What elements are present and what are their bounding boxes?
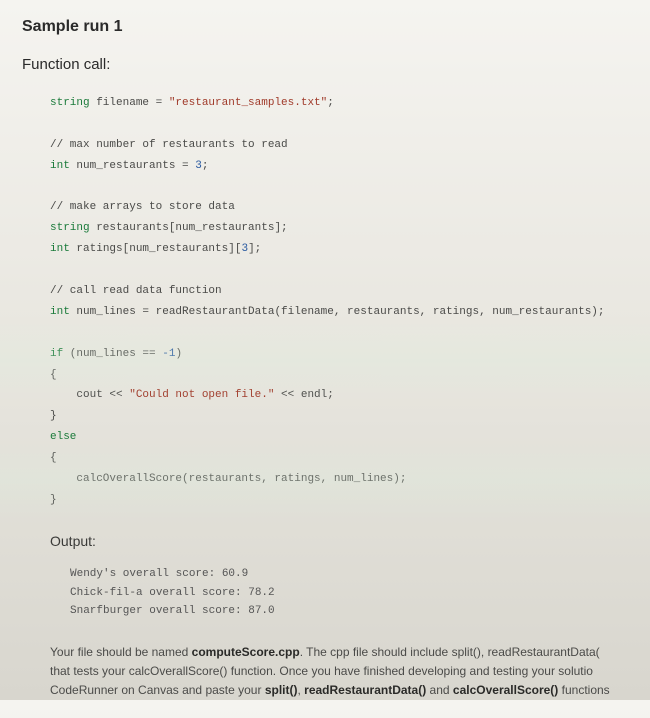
code-text: ]; bbox=[248, 243, 261, 255]
code-text: cout << bbox=[50, 389, 129, 401]
instr-text: . The cpp file should include split(), r… bbox=[300, 645, 600, 659]
code-string: "Could not open file." bbox=[129, 389, 274, 401]
instr-text: functions bbox=[558, 683, 609, 697]
code-number: -1 bbox=[162, 348, 175, 360]
function-call-heading: Function call: bbox=[22, 56, 628, 73]
code-comment: // max number of restaurants to read bbox=[50, 139, 288, 151]
instr-text: CodeRunner on Canvas and paste your bbox=[50, 683, 265, 697]
filename-bold: computeScore.cpp bbox=[192, 645, 300, 659]
code-text: restaurants[num_restaurants]; bbox=[90, 222, 288, 234]
code-keyword: string bbox=[50, 97, 90, 109]
code-text: filename = bbox=[90, 97, 169, 109]
code-keyword: if bbox=[50, 348, 63, 360]
output-line: Chick-fil-a overall score: 78.2 bbox=[70, 584, 628, 603]
func-bold: calcOverallScore() bbox=[453, 683, 558, 697]
code-keyword: else bbox=[50, 431, 76, 443]
output-line: Snarfburger overall score: 87.0 bbox=[70, 602, 628, 621]
code-text: { bbox=[50, 369, 57, 381]
code-text: ; bbox=[202, 160, 209, 172]
code-string: "restaurant_samples.txt" bbox=[169, 97, 327, 109]
code-block: string filename = "restaurant_samples.tx… bbox=[22, 93, 628, 511]
instr-text: Your file should be named bbox=[50, 645, 192, 659]
instr-text: that tests your calcOverallScore() funct… bbox=[50, 664, 593, 678]
code-text: calcOverallScore(restaurants, ratings, n… bbox=[50, 473, 406, 485]
instructions-paragraph: Your file should be named computeScore.c… bbox=[22, 643, 628, 701]
output-heading: Output: bbox=[22, 533, 628, 549]
code-text: ) bbox=[175, 348, 182, 360]
code-keyword: int bbox=[50, 306, 70, 318]
code-text: << endl; bbox=[274, 389, 333, 401]
code-text: } bbox=[50, 410, 57, 422]
code-text: num_lines = readRestaurantData(filename,… bbox=[70, 306, 605, 318]
code-keyword: int bbox=[50, 160, 70, 172]
output-block: Wendy's overall score: 60.9 Chick-fil-a … bbox=[22, 565, 628, 621]
code-text: num_restaurants = bbox=[70, 160, 195, 172]
instr-text: and bbox=[426, 683, 453, 697]
code-text: ; bbox=[327, 97, 334, 109]
code-keyword: string bbox=[50, 222, 90, 234]
func-bold: split() bbox=[265, 683, 298, 697]
sample-run-title: Sample run 1 bbox=[22, 18, 628, 36]
code-text: ratings[num_restaurants][ bbox=[70, 243, 242, 255]
code-comment: // make arrays to store data bbox=[50, 201, 235, 213]
code-keyword: int bbox=[50, 243, 70, 255]
func-bold: readRestaurantData() bbox=[304, 683, 426, 697]
code-text: { bbox=[50, 452, 57, 464]
code-comment: // call read data function bbox=[50, 285, 222, 297]
code-number: 3 bbox=[195, 160, 202, 172]
code-text: } bbox=[50, 494, 57, 506]
output-line: Wendy's overall score: 60.9 bbox=[70, 565, 628, 584]
code-text: (num_lines == bbox=[63, 348, 162, 360]
